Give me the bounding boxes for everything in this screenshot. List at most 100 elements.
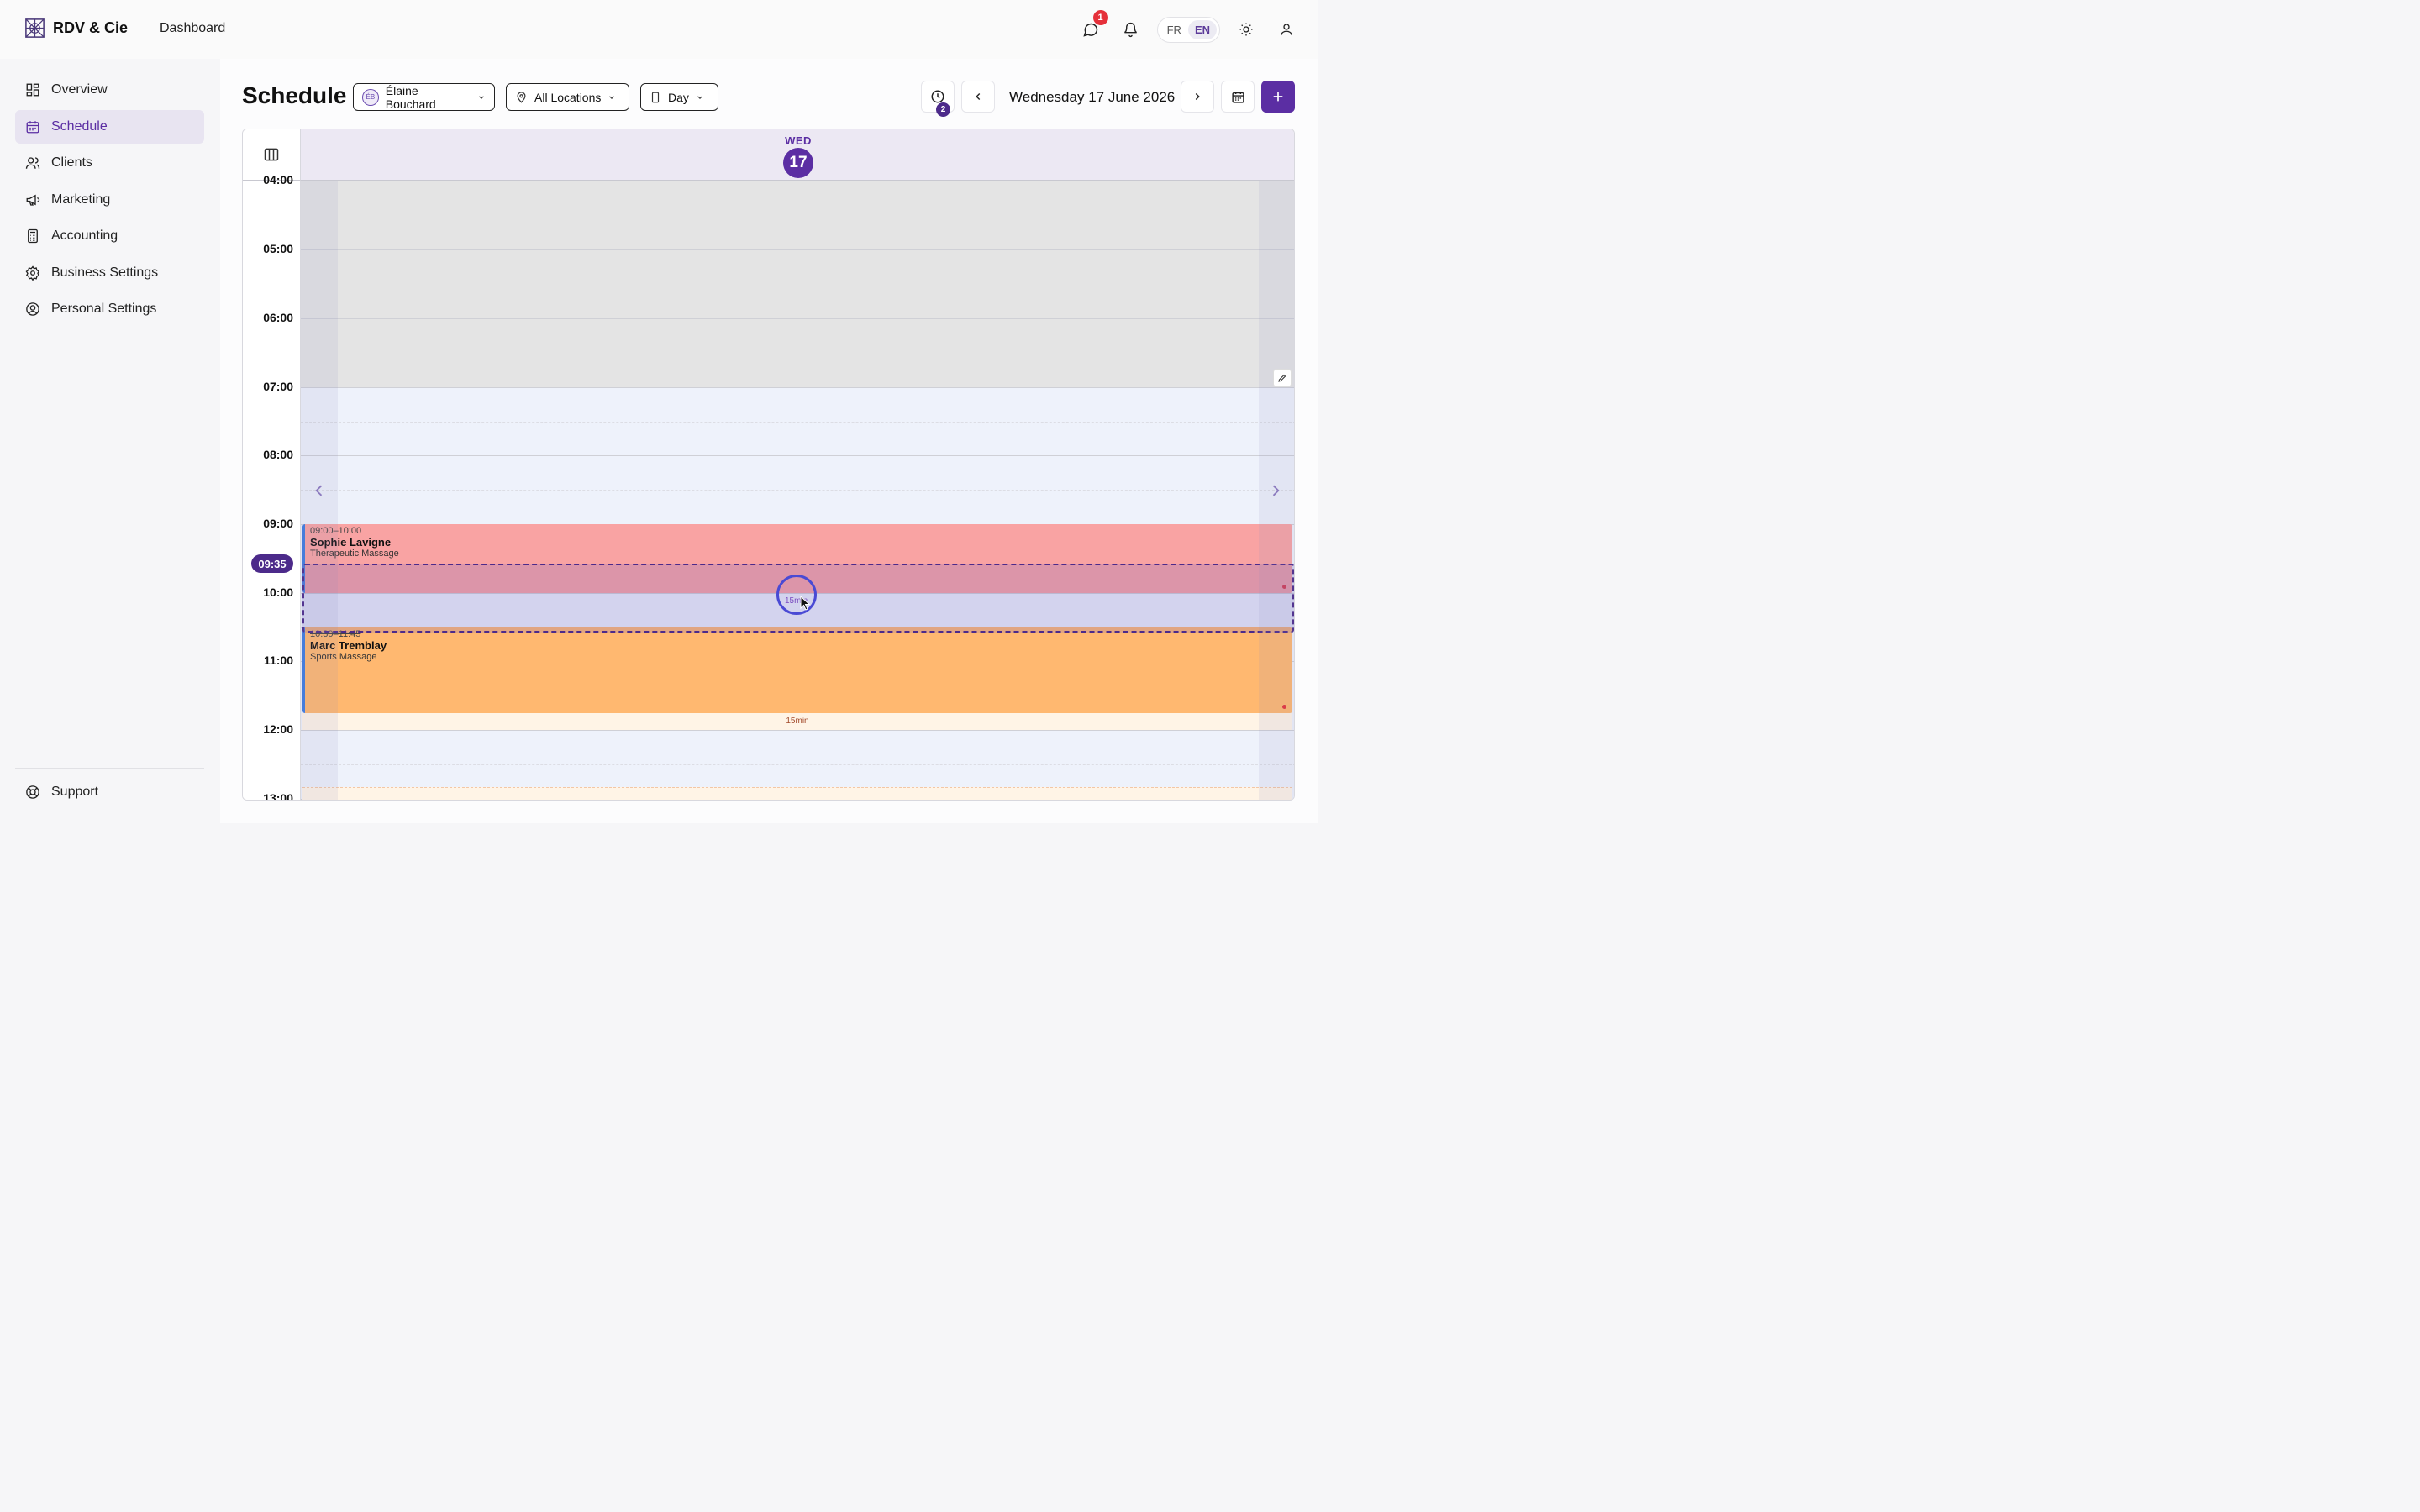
- bell-icon: [1124, 22, 1138, 37]
- lifebuoy-icon: [26, 785, 39, 799]
- chevron-left-icon: [976, 92, 981, 101]
- sidebar-item-overview[interactable]: Overview: [15, 73, 204, 107]
- sidebar-item-marketing[interactable]: Marketing: [15, 183, 204, 217]
- phone-outline-icon: [651, 92, 660, 102]
- hour-label: 07:00: [263, 380, 293, 393]
- view-filter-label: Day: [668, 90, 689, 104]
- hour-label: 08:00: [263, 448, 293, 461]
- sidebar-item-schedule[interactable]: Schedule: [15, 110, 204, 144]
- section-title: Dashboard: [160, 21, 226, 35]
- history-badge: 2: [936, 102, 950, 117]
- add-appointment-button[interactable]: [1261, 81, 1295, 113]
- buffer-time-block: 15min: [302, 713, 1292, 730]
- sidebar-item-label: Accounting: [51, 228, 118, 243]
- sidebar-item-personal-settings[interactable]: Personal Settings: [15, 292, 204, 326]
- dashboard-grid-icon: [26, 83, 39, 97]
- brand-name: RDV & Cie: [53, 19, 129, 36]
- appointment-client: Sophie Lavigne: [310, 536, 392, 549]
- staff-filter-dropdown[interactable]: ÉB Élaine Bouchard: [353, 83, 495, 111]
- user-icon: [1281, 24, 1292, 35]
- view-filter-dropdown[interactable]: Day: [640, 83, 718, 111]
- sidebar-item-accounting[interactable]: Accounting: [15, 219, 204, 253]
- brand-logo-icon: [25, 18, 45, 38]
- hour-label: 13:00: [263, 791, 293, 801]
- hour-label: 04:00: [263, 173, 293, 186]
- sidebar-item-support[interactable]: Support: [15, 775, 204, 809]
- day-header: WED 17: [301, 129, 1294, 181]
- top-actions: 1 FR EN: [1076, 10, 1301, 44]
- lang-en-option[interactable]: EN: [1187, 19, 1217, 39]
- calendar-icon: [26, 121, 39, 134]
- appointment-service: Therapeutic Massage: [310, 549, 399, 559]
- sidebar-item-label: Business Settings: [51, 265, 159, 280]
- main-content: Schedule ÉB Élaine Bouchard All Location…: [220, 59, 1318, 823]
- users-icon: [25, 157, 40, 169]
- staff-avatar: ÉB: [362, 88, 379, 106]
- hour-label: 05:00: [263, 242, 293, 255]
- sidebar-item-clients[interactable]: Clients: [15, 146, 204, 180]
- calendar-grid[interactable]: 09:00–10:00 Sophie Lavigne Therapeutic M…: [301, 181, 1294, 800]
- appointment-marc-tremblay[interactable]: 10:30–11:45 Marc Tremblay Sports Massage: [302, 627, 1292, 713]
- cursor-icon: [800, 596, 811, 611]
- chat-button[interactable]: 1: [1076, 10, 1108, 44]
- staff-filter-label: Élaine Bouchard: [385, 83, 436, 111]
- calendar-icon: [1231, 91, 1244, 103]
- closed-hours-block: [301, 181, 1294, 387]
- sidebar-item-label: Support: [51, 785, 99, 799]
- appointment-client: Marc Tremblay: [310, 639, 387, 652]
- gear-icon: [25, 265, 39, 281]
- appointment-service: Sports Massage: [310, 652, 377, 662]
- top-bar: RDV & Cie Dashboard 1 FR EN: [0, 0, 1318, 59]
- day-name: WED: [785, 134, 812, 147]
- current-time-indicator: 09:35: [251, 554, 293, 573]
- hour-label: 06:00: [263, 311, 293, 324]
- hour-line: [301, 387, 1294, 388]
- scroll-right-icon[interactable]: [1267, 482, 1284, 499]
- history-button[interactable]: 2: [921, 81, 955, 117]
- account-button[interactable]: [1272, 15, 1301, 44]
- hour-label: 09:00: [263, 517, 293, 530]
- notifications-button[interactable]: [1117, 15, 1145, 44]
- day-calendar: WED 17 04:00 05:00 06:00 07:00 08:00 09:…: [242, 129, 1295, 801]
- lang-fr-option[interactable]: FR: [1160, 20, 1188, 39]
- sidebar-item-business-settings[interactable]: Business Settings: [15, 256, 204, 290]
- half-hour-line: [301, 422, 1294, 423]
- hour-line: [301, 249, 1294, 250]
- chat-badge: 1: [1092, 10, 1108, 25]
- hour-label: 12:00: [263, 722, 293, 736]
- hour-line: [301, 318, 1294, 319]
- sidebar-item-label: Schedule: [51, 119, 108, 134]
- chevron-down-icon: [609, 95, 615, 99]
- sun-icon: [1239, 23, 1253, 36]
- map-pin-icon: [517, 92, 526, 103]
- plus-icon: [1273, 92, 1283, 102]
- theme-toggle-button[interactable]: [1232, 15, 1260, 44]
- next-day-button[interactable]: [1181, 81, 1214, 113]
- calculator-icon: [28, 228, 38, 244]
- megaphone-icon: [26, 194, 40, 206]
- brand[interactable]: RDV & Cie: [24, 17, 128, 39]
- sidebar-divider: [15, 768, 204, 769]
- location-filter-dropdown[interactable]: All Locations: [506, 83, 629, 111]
- half-hour-line: [301, 764, 1294, 765]
- sidebar: Overview Schedule Clients Marketing Acco…: [0, 59, 220, 823]
- time-gutter: 04:00 05:00 06:00 07:00 08:00 09:00 09:3…: [243, 173, 301, 801]
- columns-icon[interactable]: [263, 146, 280, 163]
- previous-day-button[interactable]: [961, 81, 995, 113]
- sidebar-item-label: Overview: [51, 82, 108, 97]
- edit-hours-button[interactable]: [1273, 369, 1292, 387]
- hour-label: 11:00: [263, 654, 293, 667]
- location-filter-label: All Locations: [534, 90, 602, 104]
- language-toggle: FR EN: [1156, 16, 1220, 43]
- scroll-left-icon[interactable]: [311, 482, 328, 499]
- appointment-time: 09:00–10:00: [310, 526, 362, 536]
- date-picker-button[interactable]: [1221, 81, 1255, 113]
- chevron-right-icon: [1195, 92, 1200, 101]
- day-number[interactable]: 17: [783, 148, 813, 178]
- pencil-icon: [1278, 374, 1286, 382]
- next-appointment-peek: [302, 787, 1292, 800]
- sidebar-item-label: Clients: [51, 155, 92, 170]
- sidebar-item-label: Personal Settings: [51, 302, 157, 316]
- user-circle-icon: [26, 302, 39, 316]
- half-hour-line: [301, 490, 1294, 491]
